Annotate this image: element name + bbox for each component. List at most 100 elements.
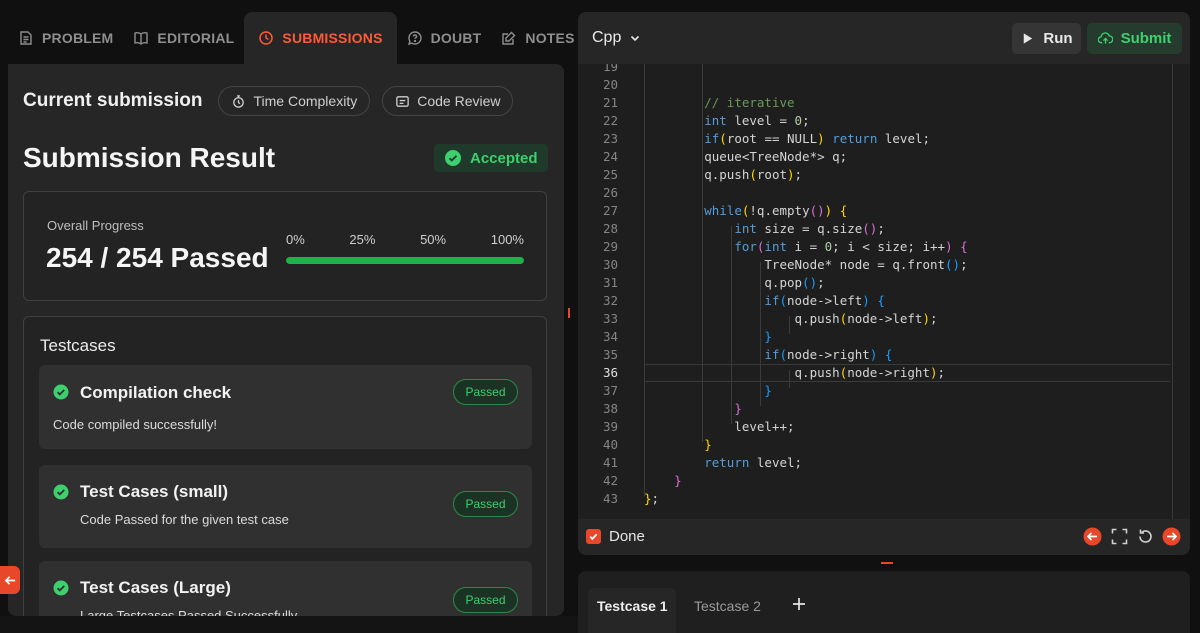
code-line: 25 q.push(root); bbox=[578, 166, 1178, 184]
code-line: 23 if(root == NULL) return level; bbox=[578, 130, 1178, 148]
line-number: 32 bbox=[602, 293, 618, 308]
line-number: 30 bbox=[602, 257, 618, 272]
fullscreen-icon[interactable] bbox=[1110, 527, 1129, 546]
testcase-status-badge: Passed bbox=[453, 587, 518, 613]
line-number: 36 bbox=[602, 365, 618, 380]
line-number: 19 bbox=[602, 64, 618, 74]
code-line: 27 while(!q.empty()) { bbox=[578, 202, 1178, 220]
line-number: 23 bbox=[602, 131, 618, 146]
testcase-desc: Code Passed for the given test case bbox=[80, 512, 289, 527]
overall-progress-card: Overall Progress 254 / 254 Passed 0% 25%… bbox=[23, 191, 547, 301]
code-text: level++; bbox=[644, 419, 795, 434]
done-label: Done bbox=[609, 528, 645, 545]
done-checkbox[interactable] bbox=[586, 529, 601, 544]
horizontal-splitter-handle[interactable] bbox=[881, 562, 893, 564]
check-circle-icon bbox=[445, 150, 461, 166]
line-number: 39 bbox=[602, 419, 618, 434]
line-number: 33 bbox=[602, 311, 618, 326]
code-text: for(int i = 0; i < size; i++) { bbox=[734, 239, 968, 254]
testcase-status-badge: Passed bbox=[453, 491, 518, 517]
chevron-down-icon bbox=[631, 35, 640, 42]
code-line: 32 if(node->left) { bbox=[578, 292, 1178, 310]
submission-result-title: Submission Result bbox=[23, 142, 276, 173]
code-text: if(node->right) { bbox=[764, 347, 893, 362]
testcase-status-badge: Passed bbox=[453, 379, 518, 405]
code-text: q.pop(); bbox=[644, 275, 825, 290]
clock-icon bbox=[259, 31, 274, 45]
code-text: q.push(root); bbox=[644, 167, 803, 182]
code-line: 41 return level; bbox=[578, 454, 1178, 472]
tab-submissions[interactable]: SUBMISSIONS bbox=[244, 12, 397, 64]
collapse-panel-button[interactable] bbox=[0, 566, 20, 594]
code-line: 20 bbox=[578, 76, 1178, 94]
code-text: // iterative bbox=[704, 95, 795, 110]
code-editor[interactable]: 19 20 21 // iterative 22 int level = 0; … bbox=[578, 64, 1190, 519]
code-text: } bbox=[734, 401, 742, 416]
line-number: 34 bbox=[602, 329, 618, 344]
arrow-right-circle-icon[interactable] bbox=[1162, 527, 1181, 546]
tab-problem[interactable]: PROBLEM bbox=[8, 12, 123, 64]
code-editor-pane: Cpp Run Submit 19 20 21 // iterative 22 … bbox=[578, 12, 1190, 555]
arrow-left-circle-icon[interactable] bbox=[1083, 527, 1102, 546]
testcase-name: Compilation check bbox=[80, 383, 232, 402]
line-number: 31 bbox=[602, 275, 618, 290]
submission-panel: Current submission Time Complexity Code … bbox=[8, 64, 564, 616]
code-line: 22 int level = 0; bbox=[578, 112, 1178, 130]
progress-ticks: 0% 25% 50% 100% bbox=[286, 232, 524, 247]
tab-doubt-label: DOUBT bbox=[430, 30, 482, 46]
tab-doubt[interactable]: DOUBT bbox=[397, 12, 492, 64]
code-line: 37 } bbox=[578, 382, 1178, 400]
code-text: while(!q.empty()) { bbox=[704, 203, 848, 218]
progress-bar bbox=[286, 257, 524, 264]
reset-icon[interactable] bbox=[1136, 527, 1155, 546]
list-item[interactable]: Test Cases (small) Code Passed for the g… bbox=[39, 465, 532, 548]
line-number: 27 bbox=[602, 203, 618, 218]
plus-icon[interactable] bbox=[789, 594, 809, 614]
code-line: 26 bbox=[578, 184, 1178, 202]
code-text: int level = 0; bbox=[704, 113, 810, 128]
code-text: return level; bbox=[704, 455, 803, 470]
tab-editorial[interactable]: EDITORIAL bbox=[123, 12, 244, 64]
progress-label: Overall Progress bbox=[47, 218, 144, 233]
left-pane: PROBLEM EDITORIAL SUBMISSIONS DOUBT NOTE… bbox=[8, 12, 574, 616]
code-line: 19 bbox=[578, 64, 1178, 76]
run-button[interactable]: Run bbox=[1012, 23, 1081, 54]
list-item[interactable]: Test Cases (Large) Large Testcases Passe… bbox=[39, 561, 532, 616]
code-text: q.push(node->left); bbox=[644, 311, 938, 326]
testcases-title: Testcases bbox=[40, 336, 116, 355]
tab-testcase-1[interactable]: Testcase 1 bbox=[597, 598, 668, 614]
tab-notes[interactable]: NOTES bbox=[491, 12, 584, 64]
editor-scrollbar[interactable] bbox=[1172, 64, 1173, 519]
tab-problem-label: PROBLEM bbox=[42, 30, 114, 46]
code-line: 40 } bbox=[578, 436, 1178, 454]
tab-editorial-label: EDITORIAL bbox=[157, 30, 235, 46]
tab-notes-label: NOTES bbox=[525, 30, 575, 46]
book-icon bbox=[134, 32, 149, 45]
list-item[interactable]: Compilation check Code compiled successf… bbox=[39, 365, 532, 449]
code-text: } bbox=[674, 473, 682, 488]
line-number: 35 bbox=[602, 347, 618, 362]
code-line: 28 int size = q.size(); bbox=[578, 220, 1178, 238]
code-window-icon bbox=[396, 95, 409, 107]
code-review-label: Code Review bbox=[417, 93, 501, 109]
vertical-splitter-handle[interactable] bbox=[568, 308, 570, 318]
progress-tick: 50% bbox=[420, 232, 447, 247]
line-number: 26 bbox=[602, 185, 618, 200]
code-line: 29 for(int i = 0; i < size; i++) { bbox=[578, 238, 1178, 256]
line-number: 40 bbox=[602, 437, 618, 452]
submit-button[interactable]: Submit bbox=[1087, 23, 1182, 54]
time-complexity-label: Time Complexity bbox=[253, 93, 358, 109]
code-line: 34 } bbox=[578, 328, 1178, 346]
tab-testcase-2[interactable]: Testcase 2 bbox=[694, 598, 761, 614]
progress-value: 254 / 254 Passed bbox=[46, 242, 269, 273]
code-line: 30 TreeNode* node = q.front(); bbox=[578, 256, 1178, 274]
arrow-left-icon bbox=[4, 575, 15, 585]
submit-button-label: Submit bbox=[1120, 30, 1172, 47]
line-number: 20 bbox=[602, 77, 618, 92]
code-text: } bbox=[764, 383, 772, 398]
language-select[interactable]: Cpp bbox=[592, 29, 641, 47]
time-complexity-button[interactable]: Time Complexity bbox=[218, 86, 371, 116]
code-review-button[interactable]: Code Review bbox=[382, 86, 514, 116]
code-line: 21 // iterative bbox=[578, 94, 1178, 112]
editor-footer: Done bbox=[578, 519, 1190, 555]
